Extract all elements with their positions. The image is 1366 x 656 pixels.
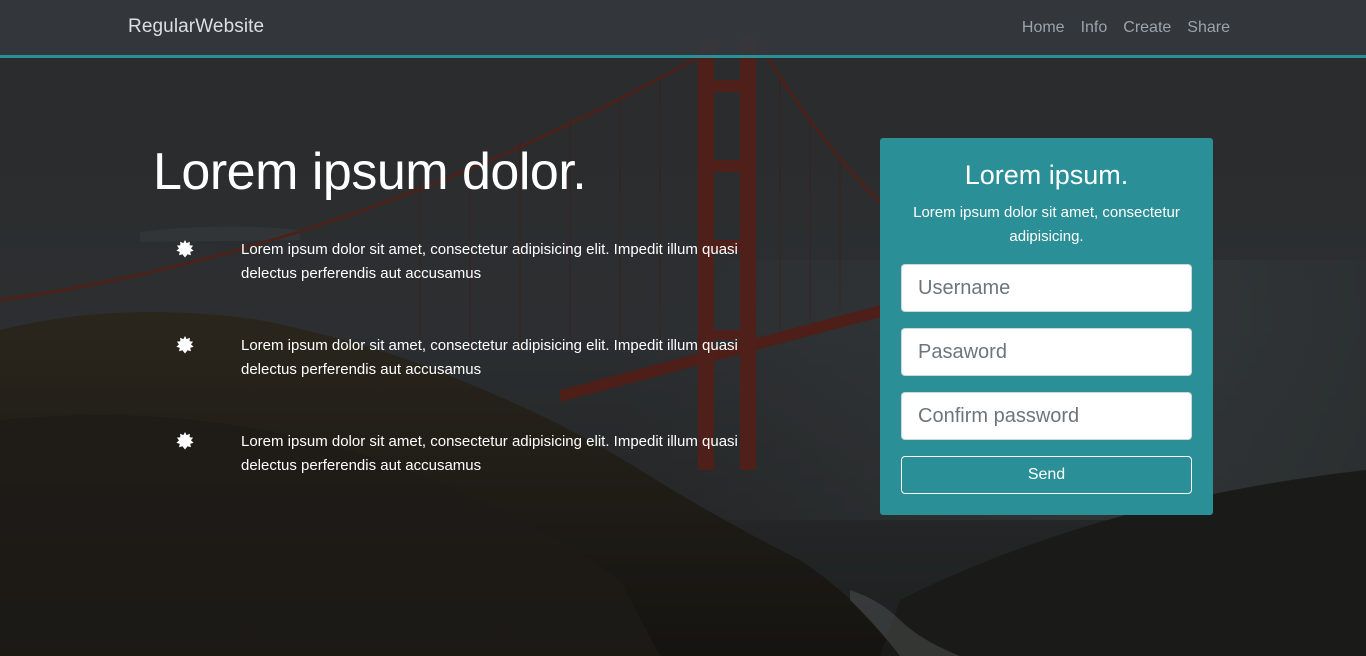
feature-text: Lorem ipsum dolor sit amet, consectetur … xyxy=(241,337,738,378)
nav-link-home[interactable]: Home xyxy=(1022,19,1065,37)
signup-card: Lorem ipsum. Lorem ipsum dolor sit amet,… xyxy=(880,138,1213,515)
feature-item: Lorem ipsum dolor sit amet, consectetur … xyxy=(175,238,795,334)
feature-list: Lorem ipsum dolor sit amet, consectetur … xyxy=(175,238,795,526)
hero-title-part2: dolor. xyxy=(448,143,587,201)
nav-link-info[interactable]: Info xyxy=(1081,19,1108,37)
feature-text: Lorem ipsum dolor sit amet, consectetur … xyxy=(241,241,738,282)
confirm-password-input[interactable] xyxy=(901,392,1192,440)
hero-title-part1: Lorem xyxy=(153,143,312,201)
hero-title: Lorem ipsum dolor. xyxy=(153,142,587,202)
navbar: RegularWebsite Home Info Create Share xyxy=(0,0,1366,58)
username-input[interactable] xyxy=(901,264,1192,312)
hero-title-strong: ipsum xyxy=(311,143,449,201)
signup-subtitle: Lorem ipsum dolor sit amet, consectetur … xyxy=(913,204,1180,245)
feature-item: Lorem ipsum dolor sit amet, consectetur … xyxy=(175,334,795,430)
nav-links: Home Info Create Share xyxy=(1022,19,1230,37)
password-input[interactable] xyxy=(901,328,1192,376)
page: RegularWebsite Home Info Create Share Lo… xyxy=(0,0,1366,656)
burst-icon xyxy=(176,240,194,258)
signup-title: Lorem ipsum. xyxy=(964,160,1129,190)
feature-item: Lorem ipsum dolor sit amet, consectetur … xyxy=(175,430,795,526)
nav-link-share[interactable]: Share xyxy=(1187,19,1230,37)
brand-link[interactable]: RegularWebsite xyxy=(128,16,264,38)
feature-text: Lorem ipsum dolor sit amet, consectetur … xyxy=(241,433,738,474)
burst-icon xyxy=(176,432,194,450)
nav-link-create[interactable]: Create xyxy=(1123,19,1171,37)
burst-icon xyxy=(176,336,194,354)
send-button[interactable]: Send xyxy=(901,456,1192,494)
